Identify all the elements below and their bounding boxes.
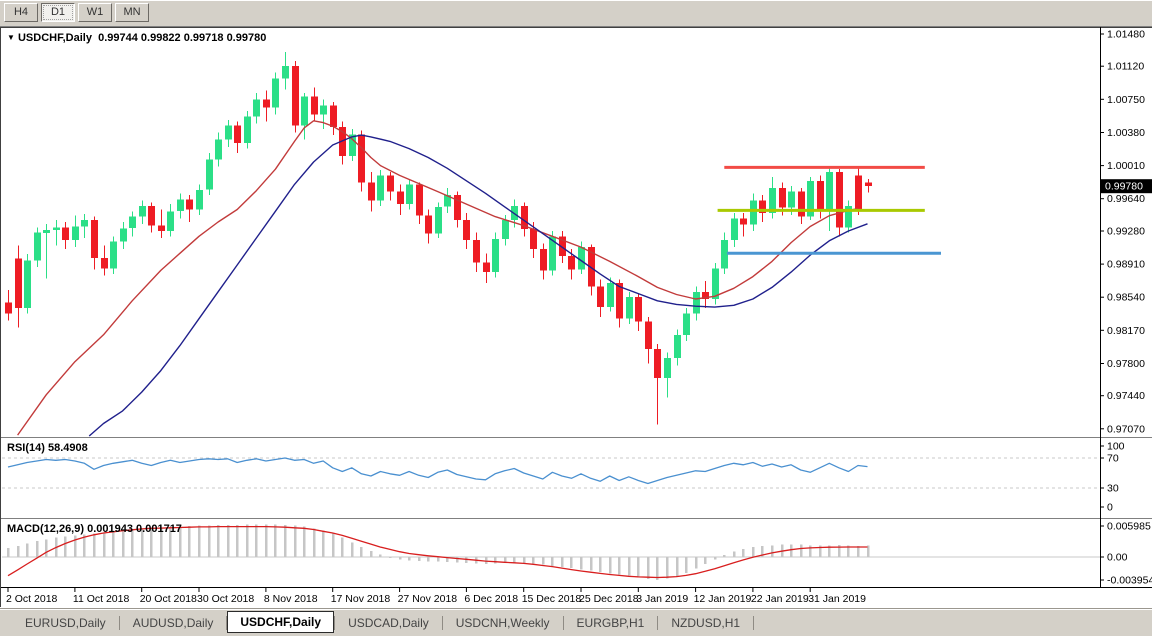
svg-text:70: 70 xyxy=(1107,453,1119,465)
svg-text:0.005985: 0.005985 xyxy=(1107,521,1151,533)
svg-text:-0.003954: -0.003954 xyxy=(1107,575,1152,587)
svg-text:25 Dec 2018: 25 Dec 2018 xyxy=(579,593,639,605)
svg-text:0.98540: 0.98540 xyxy=(1107,292,1145,304)
chart-window: 1.01480 1.01120 1.00750 1.00380 1.00010 0.996… xyxy=(0,27,1152,608)
tab-eurgbp-h1[interactable]: EURGBP,H1 xyxy=(564,613,658,633)
chart-tab-bar: EURUSD,DailyAUDUSD,DailyUSDCHF,DailyUSDC… xyxy=(0,608,1152,636)
svg-text:3 Jan 2019: 3 Jan 2019 xyxy=(636,593,688,605)
tab-usdchf-daily[interactable]: USDCHF,Daily xyxy=(227,611,334,633)
svg-text:30 Oct 2018: 30 Oct 2018 xyxy=(197,593,254,605)
svg-text:20 Oct 2018: 20 Oct 2018 xyxy=(140,593,197,605)
svg-text:11 Oct 2018: 11 Oct 2018 xyxy=(73,593,130,605)
svg-text:12 Jan 2019: 12 Jan 2019 xyxy=(694,593,752,605)
svg-text:1.01120: 1.01120 xyxy=(1107,61,1144,73)
tab-usdcad-daily[interactable]: USDCAD,Daily xyxy=(335,613,442,633)
svg-text:15 Dec 2018: 15 Dec 2018 xyxy=(522,593,582,605)
svg-text:2 Oct 2018: 2 Oct 2018 xyxy=(6,593,58,605)
svg-text:0.99280: 0.99280 xyxy=(1107,226,1145,238)
timeframe-toolbar: H4D1W1MN xyxy=(0,0,1152,27)
svg-text:27 Nov 2018: 27 Nov 2018 xyxy=(398,593,458,605)
tab-nzdusd-h1[interactable]: NZDUSD,H1 xyxy=(658,613,753,633)
svg-text:0: 0 xyxy=(1107,502,1113,514)
svg-text:0.97070: 0.97070 xyxy=(1107,423,1145,435)
timeframe-h4[interactable]: H4 xyxy=(4,3,38,22)
current-price-tag: 0.99780 xyxy=(1100,179,1152,193)
svg-text:0.98170: 0.98170 xyxy=(1107,325,1145,337)
svg-text:0.97800: 0.97800 xyxy=(1107,358,1145,370)
svg-text:30: 30 xyxy=(1107,483,1119,495)
timeframe-mn[interactable]: MN xyxy=(115,3,149,22)
svg-text:1.00380: 1.00380 xyxy=(1107,127,1145,139)
svg-text:0.99780: 0.99780 xyxy=(1105,181,1143,193)
svg-text:31 Jan 2019: 31 Jan 2019 xyxy=(808,593,866,605)
svg-text:0.97440: 0.97440 xyxy=(1107,390,1145,402)
svg-text:0.99640: 0.99640 xyxy=(1107,193,1145,205)
svg-text:0.00: 0.00 xyxy=(1107,552,1128,564)
svg-text:1.00750: 1.00750 xyxy=(1107,94,1145,106)
svg-text:1.00010: 1.00010 xyxy=(1107,160,1145,172)
timeframe-d1[interactable]: D1 xyxy=(41,3,75,22)
tab-usdcnh-weekly[interactable]: USDCNH,Weekly xyxy=(443,613,563,633)
svg-text:17 Nov 2018: 17 Nov 2018 xyxy=(331,593,391,605)
svg-text:1.01480: 1.01480 xyxy=(1107,29,1145,41)
svg-text:0.98910: 0.98910 xyxy=(1107,259,1145,271)
svg-text:100: 100 xyxy=(1107,441,1125,453)
tab-audusd-daily[interactable]: AUDUSD,Daily xyxy=(120,613,227,633)
svg-text:8 Nov 2018: 8 Nov 2018 xyxy=(264,593,318,605)
svg-text:22 Jan 2019: 22 Jan 2019 xyxy=(751,593,809,605)
tab-eurusd-daily[interactable]: EURUSD,Daily xyxy=(12,613,119,633)
tab-separator xyxy=(753,616,754,630)
timeframe-w1[interactable]: W1 xyxy=(78,3,112,22)
chart-canvas[interactable]: 1.01480 1.01120 1.00750 1.00380 1.00010 0.996… xyxy=(0,27,1152,608)
svg-text:6 Dec 2018: 6 Dec 2018 xyxy=(464,593,518,605)
